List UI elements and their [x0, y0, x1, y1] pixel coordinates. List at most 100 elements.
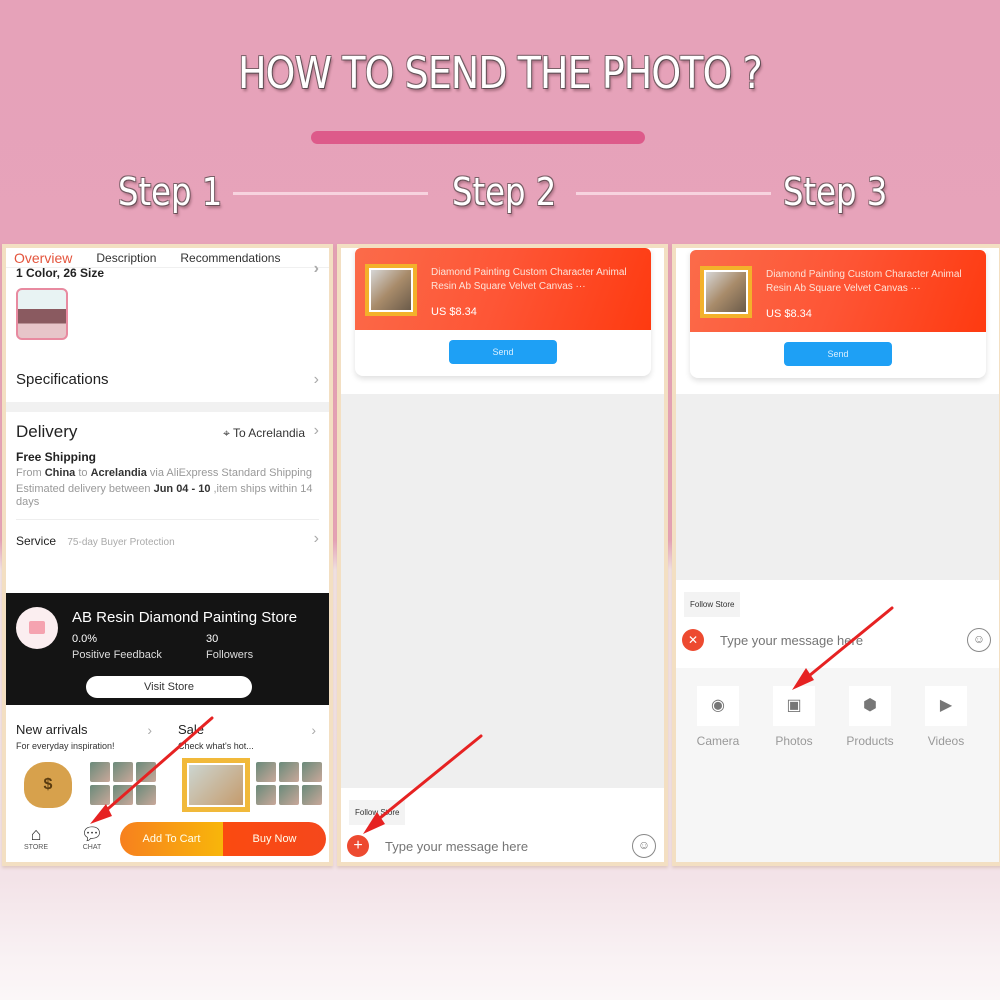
- attach-camera-label: Camera: [696, 734, 740, 748]
- store-nav-button[interactable]: ⌂ STORE: [18, 824, 54, 851]
- shipping-route: From China to Acrelandia via AliExpress …: [16, 467, 312, 479]
- attach-products[interactable]: ⬢ Products: [840, 686, 900, 748]
- box-icon: ⬢: [849, 686, 891, 726]
- message-input-row: + ☺: [341, 830, 664, 862]
- product-card: Diamond Painting Custom Character Animal…: [690, 250, 986, 378]
- buy-now-button[interactable]: Buy Now: [223, 822, 326, 856]
- store-logo-icon: [16, 607, 58, 649]
- attach-videos-label: Videos: [927, 734, 965, 748]
- delivery-section: Delivery ⌖ To Acrelandia › Free Shipping…: [6, 412, 329, 509]
- new-arrivals-title: New arrivals: [16, 722, 88, 737]
- specifications-label: Specifications: [16, 371, 109, 388]
- chevron-right-icon: ›: [313, 530, 319, 547]
- follow-store-button[interactable]: Follow Store: [349, 800, 406, 825]
- purchase-buttons: Add To Cart Buy Now: [120, 822, 326, 856]
- close-icon[interactable]: ✕: [682, 629, 704, 651]
- chat-messages-area: [341, 394, 664, 788]
- page-title: HOW TO SEND THE PHOTO ?: [238, 48, 763, 99]
- step-1-label: Step 1: [118, 170, 223, 214]
- chat-messages-area: [676, 394, 999, 580]
- visit-store-button[interactable]: Visit Store: [86, 676, 252, 698]
- add-to-cart-button[interactable]: Add To Cart: [120, 822, 223, 856]
- tab-recommendations[interactable]: Recommendations: [180, 251, 280, 265]
- variant-row[interactable]: 1 Color, 26 Size ›: [6, 261, 329, 282]
- sale-thumbnails[interactable]: [256, 762, 322, 805]
- title-underline: [311, 131, 645, 144]
- new-arrivals[interactable]: New arrivals For everyday inspiration! ›: [16, 722, 152, 751]
- product-title: Diamond Painting Custom Character Animal…: [766, 269, 962, 294]
- store-icon: ⌂: [30, 824, 42, 844]
- attachment-panel: ◉ Camera ▣ Photos ⬢ Products ▶ Videos: [676, 668, 999, 862]
- chat-nav-button[interactable]: 💬︎ CHAT: [74, 824, 110, 851]
- sale-product-image[interactable]: [182, 758, 250, 812]
- store-card: AB Resin Diamond Painting Store 0.0% Pos…: [6, 593, 329, 705]
- section-divider: [6, 402, 329, 412]
- send-product-button[interactable]: Send: [784, 342, 892, 366]
- chat-bubble-icon: 💬︎: [80, 824, 104, 844]
- step-divider: [576, 192, 771, 195]
- tab-overview[interactable]: Overview: [14, 250, 72, 266]
- message-input-row: ✕ ☺: [676, 624, 999, 658]
- chevron-right-icon: ›: [313, 422, 319, 439]
- service-row[interactable]: Service 75-day Buyer Protection ›: [16, 519, 319, 559]
- camera-icon: ◉: [697, 686, 739, 726]
- followers-value: 30: [206, 633, 219, 645]
- chevron-right-icon: ›: [313, 260, 319, 277]
- chevron-right-icon: ›: [311, 722, 316, 738]
- service-value: 75-day Buyer Protection: [67, 537, 175, 548]
- chevron-right-icon: ›: [313, 371, 319, 388]
- attach-products-label: Products: [846, 734, 894, 748]
- product-card-header[interactable]: Diamond Painting Custom Character Animal…: [355, 248, 651, 330]
- step-3-screenshot: Diamond Painting Custom Character Animal…: [672, 244, 1000, 866]
- feedback-value: 0.0%: [72, 633, 98, 645]
- plus-icon[interactable]: +: [347, 835, 369, 857]
- product-tabs: Overview Description Recommendations: [6, 248, 329, 268]
- product-card-header[interactable]: Diamond Painting Custom Character Animal…: [690, 250, 986, 332]
- money-bag-icon: $: [24, 762, 72, 808]
- step-2-label: Step 2: [452, 170, 557, 214]
- promo-section: New arrivals For everyday inspiration! ›…: [6, 722, 329, 822]
- service-label: Service: [16, 534, 57, 548]
- bottom-action-bar: ⌂ STORE 💬︎ CHAT Add To Cart Buy Now: [6, 818, 329, 862]
- attach-photos-label: Photos: [775, 734, 813, 748]
- attach-camera[interactable]: ◉ Camera: [688, 686, 748, 748]
- chevron-right-icon: ›: [147, 722, 152, 738]
- delivery-location[interactable]: ⌖ To Acrelandia: [223, 426, 305, 441]
- follow-store-button[interactable]: Follow Store: [684, 592, 741, 617]
- sale-subtitle: Check what's hot...: [178, 741, 254, 751]
- send-product-button[interactable]: Send: [449, 340, 557, 364]
- followers-stat: 30 Followers: [206, 633, 253, 661]
- location-pin-icon: ⌖: [223, 426, 230, 440]
- positive-feedback-stat: 0.0% Positive Feedback: [72, 633, 162, 661]
- store-name[interactable]: AB Resin Diamond Painting Store: [72, 609, 297, 626]
- step-3-label: Step 3: [783, 170, 888, 214]
- estimated-delivery: Estimated delivery between Jun 04 - 10 ,…: [16, 483, 313, 508]
- store-nav-label: STORE: [24, 844, 48, 851]
- step-1-screenshot: Overview Description Recommendations 1 C…: [2, 244, 333, 866]
- product-image: [700, 266, 752, 318]
- new-arrivals-thumbnails[interactable]: [90, 762, 156, 805]
- step-divider: [233, 192, 428, 195]
- specifications-row[interactable]: Specifications ›: [6, 368, 329, 392]
- product-image: [365, 264, 417, 316]
- photos-icon: ▣: [773, 686, 815, 726]
- product-price: US $8.34: [766, 308, 812, 320]
- variant-thumbnail[interactable]: [16, 288, 68, 340]
- sale[interactable]: Sale Check what's hot... ›: [178, 722, 316, 751]
- new-arrivals-subtitle: For everyday inspiration!: [16, 741, 115, 751]
- free-shipping-label: Free Shipping: [16, 450, 97, 464]
- tab-description[interactable]: Description: [96, 251, 156, 265]
- play-icon: ▶: [925, 686, 967, 726]
- product-price: US $8.34: [431, 306, 477, 318]
- product-title: Diamond Painting Custom Character Animal…: [431, 267, 627, 292]
- feedback-label: Positive Feedback: [72, 649, 162, 661]
- chat-nav-label: CHAT: [82, 844, 102, 851]
- message-input[interactable]: [377, 832, 617, 860]
- attach-photos[interactable]: ▣ Photos: [764, 686, 824, 748]
- emoji-icon[interactable]: ☺: [632, 834, 656, 858]
- emoji-icon[interactable]: ☺: [967, 628, 991, 652]
- delivery-location-text: To Acrelandia: [232, 426, 305, 440]
- step-2-screenshot: Diamond Painting Custom Character Animal…: [337, 244, 668, 866]
- message-input[interactable]: [712, 626, 952, 654]
- attach-videos[interactable]: ▶ Videos: [916, 686, 976, 748]
